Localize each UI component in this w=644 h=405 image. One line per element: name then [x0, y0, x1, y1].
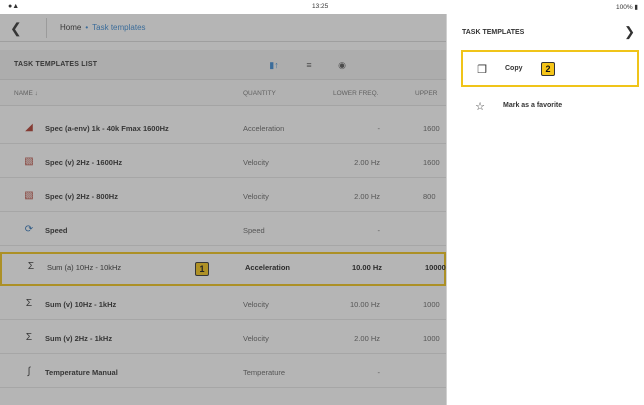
- sum-icon: Σ: [25, 332, 33, 343]
- row-quantity: Temperature: [243, 368, 286, 377]
- chevron-right-icon[interactable]: ❯: [624, 24, 635, 40]
- wifi-icon: ●▲: [8, 3, 20, 10]
- spectrum-icon: ▧: [24, 156, 34, 167]
- breadcrumb-current: Task templates: [92, 23, 146, 32]
- favorite-label: Mark as a favorite: [503, 102, 563, 109]
- row-lower-freq: 10.00 Hz: [349, 300, 380, 309]
- table-row[interactable]: ∫ Temperature Manual Temperature -: [0, 357, 446, 388]
- row-quantity: Velocity: [243, 334, 269, 343]
- row-upper: 10000: [425, 263, 446, 272]
- table-header: NAME ↓ QUANTITY LOWER FREQ. UPPER: [0, 80, 446, 106]
- row-lower-freq: -: [377, 368, 381, 377]
- list-header-bar: TASK TEMPLATES LIST ▮↑ ≡ ◉: [0, 50, 446, 80]
- row-upper: 1000: [423, 300, 440, 309]
- table-row[interactable]: ◢ Spec (a-env) 1k - 40k Fmax 1600Hz Acce…: [0, 113, 446, 144]
- filter-icon[interactable]: ≡: [303, 59, 315, 71]
- row-name: Sum (v) 2Hz - 1kHz: [45, 334, 113, 343]
- row-name: Sum (v) 10Hz - 1kHz: [45, 300, 117, 309]
- sort-icon[interactable]: ▮↑: [268, 59, 280, 71]
- column-name[interactable]: NAME ↓: [14, 90, 38, 97]
- back-button[interactable]: ❮: [10, 20, 26, 36]
- row-name: Spec (v) 2Hz - 1600Hz: [45, 158, 123, 167]
- table-row[interactable]: ▧ Spec (v) 2Hz - 1600Hz Velocity 2.00 Hz…: [0, 147, 446, 178]
- spectrum-env-icon: ◢: [25, 122, 33, 133]
- breadcrumb: Home • Task templates: [60, 23, 146, 32]
- copy-label: Copy: [505, 65, 523, 72]
- row-upper: 1000: [423, 334, 440, 343]
- spectrum-icon: ▧: [24, 190, 34, 201]
- breadcrumb-separator: •: [85, 23, 89, 32]
- table-row[interactable]: Σ Sum (v) 2Hz - 1kHz Velocity 2.00 Hz 10…: [0, 323, 446, 354]
- table-row[interactable]: ▧ Spec (v) 2Hz - 800Hz Velocity 2.00 Hz …: [0, 181, 446, 212]
- row-quantity: Speed: [243, 226, 265, 235]
- row-name: Spec (a-env) 1k - 40k Fmax 1600Hz: [45, 124, 169, 133]
- breadcrumb-home[interactable]: Home: [60, 23, 81, 32]
- row-lower-freq: 10.00 Hz: [351, 263, 382, 272]
- row-lower-freq: -: [377, 124, 381, 133]
- row-name: Sum (a) 10Hz - 10kHz: [47, 263, 122, 272]
- battery-indicator: 100% ▮: [615, 4, 638, 11]
- row-quantity: Acceleration: [245, 263, 291, 272]
- copy-icon: ❐: [477, 64, 487, 76]
- row-quantity: Velocity: [243, 158, 269, 167]
- favorite-option[interactable]: ☆ Mark as a favorite: [447, 89, 644, 126]
- status-bar: ●▲ 13:25 100% ▮: [0, 0, 644, 14]
- context-panel: TASK TEMPLATES ❯ ❐ Copy 2 ☆ Mark as a fa…: [446, 14, 644, 405]
- panel-title: TASK TEMPLATES: [462, 29, 525, 36]
- column-quantity[interactable]: QUANTITY: [243, 90, 276, 97]
- top-navbar: ❮ Home • Task templates: [0, 14, 446, 42]
- status-time: 13:25: [312, 3, 329, 10]
- row-quantity: Velocity: [243, 300, 269, 309]
- table-row[interactable]: Σ Sum (v) 10Hz - 1kHz Velocity 10.00 Hz …: [0, 289, 446, 320]
- table-row[interactable]: ⟳ Speed Speed -: [0, 215, 446, 246]
- copy-option[interactable]: ❐ Copy 2: [461, 50, 639, 87]
- row-lower-freq: 2.00 Hz: [354, 192, 380, 201]
- row-name: Speed: [45, 226, 68, 235]
- star-outline-icon: ☆: [475, 101, 485, 113]
- navbar-divider: [46, 18, 47, 38]
- row-name: Temperature Manual: [45, 368, 118, 377]
- table-row-selected[interactable]: Σ Sum (a) 10Hz - 10kHz 1 Acceleration 10…: [0, 252, 446, 286]
- row-quantity: Velocity: [243, 192, 269, 201]
- battery-percent: 100%: [615, 4, 633, 11]
- column-lower-freq[interactable]: LOWER FREQ.: [333, 90, 379, 97]
- task-templates-page: ❮ Home • Task templates TASK TEMPLATES LIS…: [0, 0, 446, 405]
- speed-icon: ⟳: [24, 224, 34, 235]
- row-lower-freq: 2.00 Hz: [354, 158, 380, 167]
- row-upper: 800: [423, 192, 436, 201]
- sum-icon: Σ: [27, 261, 35, 272]
- panel-header: TASK TEMPLATES ❯: [447, 14, 644, 50]
- row-lower-freq: -: [377, 226, 381, 235]
- list-title: TASK TEMPLATES LIST: [14, 61, 98, 68]
- sum-icon: Σ: [25, 298, 33, 309]
- row-upper: 1600: [423, 158, 440, 167]
- row-upper: 1600: [423, 124, 440, 133]
- row-quantity: Acceleration: [243, 124, 285, 133]
- row-name: Spec (v) 2Hz - 800Hz: [45, 192, 118, 201]
- thermometer-icon: ∫: [27, 366, 31, 377]
- step-badge-2: 2: [541, 62, 555, 76]
- column-upper[interactable]: UPPER: [415, 90, 437, 97]
- step-badge-1: 1: [195, 262, 209, 276]
- row-lower-freq: 2.00 Hz: [354, 334, 380, 343]
- view-icon[interactable]: ◉: [336, 59, 348, 71]
